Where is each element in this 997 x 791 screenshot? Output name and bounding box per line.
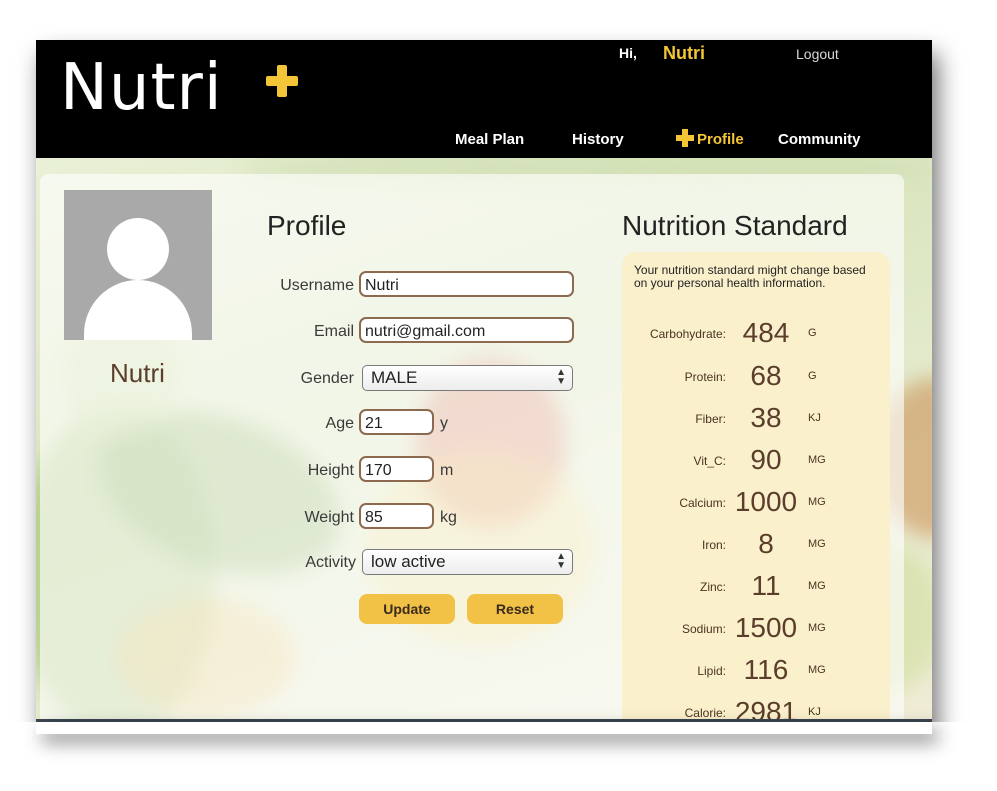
username-label: Username: [280, 277, 354, 294]
nutrient-label: Carbohydrate:: [649, 327, 726, 341]
nutrient-unit: KJ: [808, 412, 821, 424]
gender-select[interactable]: MALE ▲ ▼: [362, 365, 573, 391]
weight-input[interactable]: 85: [359, 503, 434, 529]
nutrient-unit: MG: [808, 580, 826, 592]
weight-unit: kg: [440, 509, 457, 526]
weight-label: Weight: [304, 509, 354, 526]
nutrient-value: 116: [743, 654, 789, 685]
nutrition-panel: Your nutrition standard might change bas…: [622, 252, 890, 722]
height-label: Height: [307, 462, 354, 479]
nutrient-label: Calcium:: [679, 496, 726, 510]
reset-button[interactable]: Reset: [467, 594, 563, 624]
nutrition-note: Your nutrition standard might change bas…: [634, 263, 866, 290]
nutrition-row: Vit_C: 90 MG: [622, 440, 890, 480]
nutrient-unit: G: [808, 370, 817, 382]
logout-link[interactable]: Logout: [796, 46, 839, 62]
nutrient-label: Fiber:: [695, 412, 726, 426]
top-header: Nutri Hi, Nutri Logout Meal Plan History…: [36, 40, 932, 158]
nutrition-row: Carbohydrate: 484 G: [622, 313, 890, 353]
nutrition-row: Fiber: 38 KJ: [622, 398, 890, 438]
nutrient-label: Sodium:: [681, 622, 726, 636]
nutrition-row: Calorie: 2981 KJ: [622, 692, 890, 722]
activity-select[interactable]: low active ▲ ▼: [362, 549, 573, 575]
greeting-text: Hi,: [619, 45, 637, 61]
height-input[interactable]: 170: [359, 456, 434, 482]
nav-meal-plan[interactable]: Meal Plan: [455, 131, 524, 148]
nutrition-row: Iron: 8 MG: [622, 524, 890, 564]
nutrient-value: 2981: [734, 696, 798, 722]
gender-label: Gender: [300, 370, 354, 387]
brand-plus-icon: [266, 65, 298, 97]
nutrient-value: 484: [742, 317, 790, 348]
nutrition-row: Calcium: 1000 MG: [622, 482, 890, 522]
nutrient-value: 90: [750, 444, 782, 475]
nutrient-value: 11: [751, 570, 781, 601]
nutrition-row: Protein: 68 G: [622, 356, 890, 396]
select-arrows-icon: ▲ ▼: [556, 367, 566, 387]
activity-label: Activity: [305, 554, 356, 571]
nutrient-value: 68: [750, 360, 782, 391]
nutrient-unit: MG: [808, 496, 826, 508]
nutrient-unit: MG: [808, 622, 826, 634]
email-input[interactable]: nutri@gmail.com: [359, 317, 574, 343]
nutrient-unit: MG: [808, 454, 826, 466]
profile-plus-icon: [676, 129, 694, 147]
nutrient-value: 8: [758, 528, 774, 559]
user-avatar-icon: [64, 190, 212, 340]
sidebar-user-name: Nutri: [110, 358, 165, 388]
nav-profile[interactable]: Profile: [697, 131, 744, 148]
nutrition-row: Lipid: 116 MG: [622, 650, 890, 690]
nutrient-value: 1000: [734, 486, 798, 517]
header-username: Nutri: [663, 43, 705, 63]
nutrient-value: 1500: [734, 612, 798, 643]
frame-shadow: [36, 722, 932, 734]
nutrient-label: Calorie:: [684, 706, 726, 720]
brand-logo[interactable]: Nutri: [60, 42, 223, 134]
nav-community[interactable]: Community: [778, 131, 861, 148]
nutrient-label: Zinc:: [699, 580, 726, 594]
activity-value: low active: [371, 552, 446, 571]
nutrition-row: Sodium: 1500 MG: [622, 608, 890, 648]
nutrient-unit: MG: [808, 664, 826, 676]
age-unit: y: [440, 415, 448, 432]
age-label: Age: [325, 415, 354, 432]
nav-history[interactable]: History: [572, 131, 624, 148]
nutrient-label: Lipid:: [697, 664, 726, 678]
select-arrows-icon: ▲ ▼: [556, 551, 566, 571]
email-label: Email: [313, 323, 354, 340]
nutrient-unit: MG: [808, 538, 826, 550]
nutrient-label: Iron:: [701, 538, 726, 552]
username-input[interactable]: Nutri: [359, 271, 574, 297]
height-unit: m: [440, 462, 454, 479]
nutrition-row: Zinc: 11 MG: [622, 566, 890, 606]
nutrient-label: Protein:: [684, 370, 726, 384]
update-button[interactable]: Update: [359, 594, 455, 624]
profile-title: Profile: [267, 210, 347, 241]
nutrition-title: Nutrition Standard: [622, 210, 848, 241]
age-input[interactable]: 21: [359, 409, 434, 435]
nutrient-label: Vit_C:: [693, 454, 726, 468]
nutrient-value: 38: [750, 402, 782, 433]
nutrient-unit: KJ: [808, 706, 821, 718]
nutrient-unit: G: [808, 327, 817, 339]
gender-value: MALE: [371, 368, 418, 387]
